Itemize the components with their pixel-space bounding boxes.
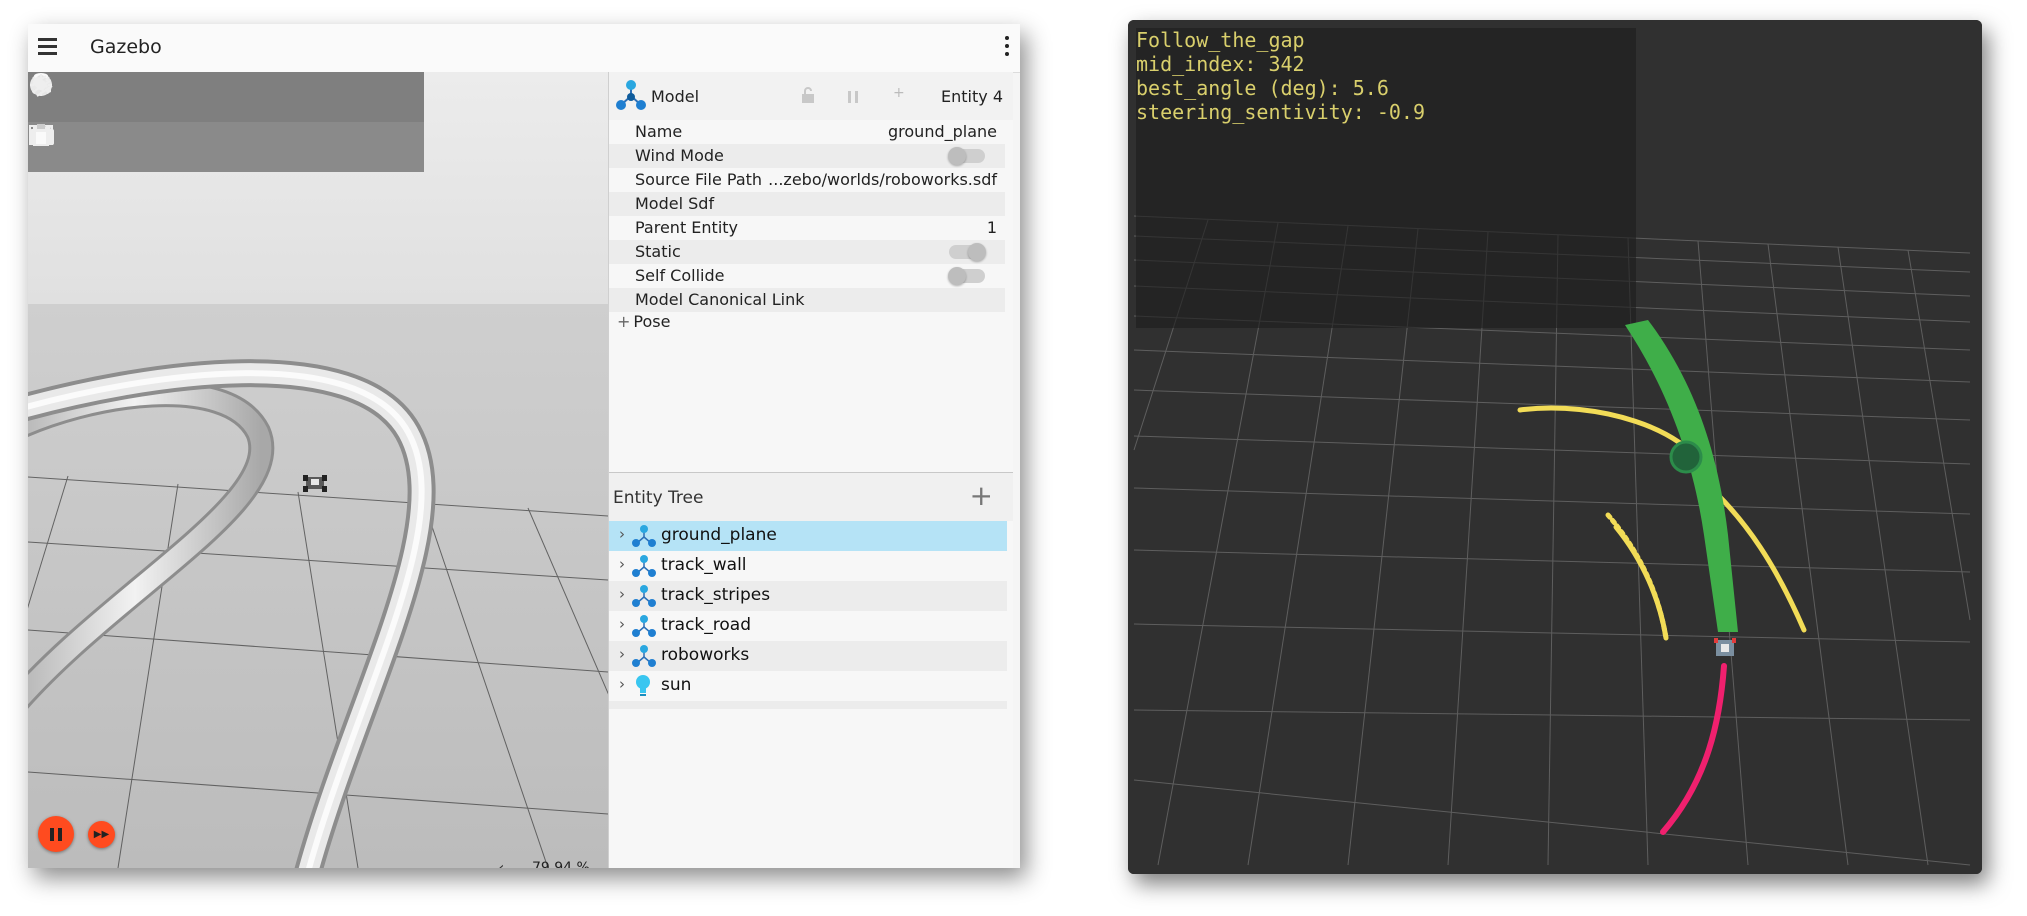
overlay-best-angle: best_angle (deg): 5.6 — [1136, 76, 1389, 100]
plus-icon: + — [617, 312, 631, 331]
tree-item-track-road[interactable]: › track_road — [609, 611, 1007, 641]
app-title: Gazebo — [90, 36, 162, 58]
overlay-steering-sensitivity: steering_sentivity: -0.9 — [1136, 100, 1425, 124]
tree-row-spacer — [609, 701, 1007, 709]
property-static: Static — [609, 240, 1005, 264]
chevron-right-icon[interactable]: › — [619, 645, 625, 663]
scene-render — [28, 72, 608, 868]
more-options-icon[interactable] — [1004, 36, 1010, 58]
model-icon — [631, 614, 657, 643]
rviz-scene — [1128, 20, 1982, 874]
add-component-icon[interactable]: + — [893, 85, 905, 101]
model-icon — [631, 584, 657, 613]
chevron-right-icon[interactable]: › — [619, 675, 625, 693]
model-icon — [631, 554, 657, 583]
title-bar: Gazebo — [28, 24, 1020, 73]
step-forward-button[interactable]: ▶▶ — [88, 821, 115, 848]
chevron-right-icon[interactable]: › — [619, 585, 625, 603]
hamburger-menu-icon[interactable] — [38, 38, 57, 56]
chevron-right-icon[interactable]: › — [619, 555, 625, 573]
directional-light-icon[interactable] — [30, 72, 375, 122]
property-model-sdf[interactable]: Model Sdf — [609, 192, 1005, 216]
property-self-collide: Self Collide — [609, 264, 1005, 288]
tree-item-track-stripes[interactable]: › track_stripes — [609, 581, 1007, 611]
gazebo-window: Gazebo ▶▶ ‹ 79.94 % Model + Entity 4 Nam… — [28, 24, 1020, 868]
tree-item-sun[interactable]: › sun — [609, 671, 1007, 701]
self-collide-toggle[interactable] — [948, 267, 985, 285]
tree-item-roboworks[interactable]: › roboworks — [609, 641, 1007, 671]
property-source-file-path: Source File Path ...zebo/worlds/robowork… — [635, 170, 997, 189]
transform-icon[interactable] — [32, 122, 227, 172]
component-type: Model — [651, 87, 700, 106]
chevron-right-icon[interactable]: › — [619, 525, 625, 543]
tree-item-track-wall[interactable]: › track_wall — [609, 551, 1007, 581]
rotate-icon[interactable] — [32, 122, 177, 172]
capsule-icon[interactable] — [36, 72, 227, 122]
entity-tree-header: Entity Tree + — [609, 473, 1013, 521]
pause-updates-icon[interactable] — [847, 89, 859, 108]
spot-light-icon[interactable] — [33, 72, 425, 122]
camera-icon[interactable] — [30, 122, 326, 172]
paste-icon[interactable] — [33, 122, 425, 172]
property-parent-entity: Parent Entity 1 — [635, 218, 997, 237]
sphere-icon[interactable] — [30, 72, 128, 122]
copy-icon[interactable] — [34, 122, 375, 172]
wind-mode-toggle[interactable] — [948, 147, 985, 165]
chevron-left-icon[interactable]: ‹ — [498, 858, 504, 868]
translate-icon[interactable] — [30, 122, 128, 172]
property-model-canonical-link: Model Canonical Link — [609, 288, 1005, 312]
pause-button[interactable] — [38, 816, 74, 852]
light-bulb-icon — [631, 674, 657, 703]
3d-viewport[interactable]: ▶▶ ‹ 79.94 % — [28, 72, 608, 868]
lock-icon[interactable] — [800, 86, 816, 108]
static-toggle[interactable] — [949, 243, 986, 261]
pose-expander[interactable]: + Pose — [617, 312, 670, 331]
shape-toolbar — [28, 72, 424, 172]
property-name: Name ground_plane — [635, 122, 997, 141]
real-time-factor: 79.94 % — [532, 860, 590, 868]
component-inspector-header: Model + Entity 4 — [609, 72, 1013, 120]
model-icon — [631, 644, 657, 673]
entity-id: Entity 4 — [941, 87, 1003, 106]
add-entity-icon[interactable]: + — [970, 479, 993, 512]
rviz-visualization-window[interactable]: Follow_the_gap mid_index: 342 best_angle… — [1128, 20, 1982, 874]
overlay-mid-index: mid_index: 342 — [1136, 52, 1305, 76]
cylinder-icon[interactable] — [34, 72, 177, 122]
chevron-right-icon[interactable]: › — [619, 615, 625, 633]
model-icon — [615, 78, 647, 116]
sun-light-icon[interactable] — [30, 72, 326, 122]
entity-tree-title: Entity Tree — [613, 488, 704, 508]
side-panel: Model + Entity 4 Name ground_plane Wind … — [608, 72, 1013, 868]
ellipsoid-icon[interactable] — [30, 72, 276, 122]
model-icon — [631, 524, 657, 553]
overlay-title: Follow_the_gap — [1136, 28, 1305, 52]
debug-text-overlay: Follow_the_gap mid_index: 342 best_angle… — [1136, 28, 1425, 124]
grid-icon[interactable] — [29, 122, 276, 172]
property-wind-mode: Wind Mode — [609, 144, 1005, 168]
tree-item-ground-plane[interactable]: › ground_plane — [609, 521, 1007, 551]
